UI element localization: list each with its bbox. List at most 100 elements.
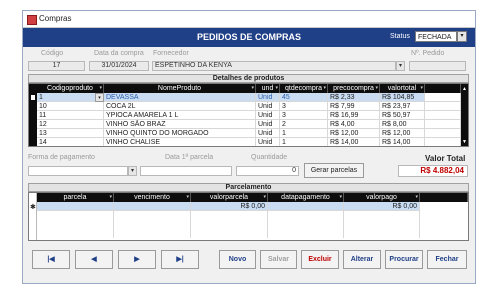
produtos-grid[interactable]: ▲ ▼ Codigoproduto ▾ NomeProduto ▾ und ▾ qtdeco…	[28, 83, 469, 147]
table-cell[interactable]: 11	[37, 111, 104, 120]
forma-pagamento-select[interactable]	[28, 166, 128, 176]
procurar-button[interactable]: Procurar	[385, 250, 423, 269]
column-header[interactable]: valorpago ▾	[344, 193, 420, 202]
chevron-down-icon[interactable]: ▾	[186, 193, 189, 202]
table-cell[interactable]: VINHO SÃO BRAZ	[104, 120, 256, 129]
table-cell[interactable]	[268, 202, 344, 211]
table-cell[interactable]: 45	[280, 93, 328, 102]
parcelas-grid[interactable]: parcela ▾ vencimento ▾ valorparcela ▾ datapaga…	[28, 192, 469, 241]
table-cell[interactable]: Unid	[256, 93, 280, 102]
table-cell[interactable]: R$ 7,99	[328, 102, 380, 111]
table-cell[interactable]: R$ 16,99	[328, 111, 380, 120]
table-cell[interactable]: R$ 23,97	[380, 102, 425, 111]
table-cell[interactable]: 13	[37, 129, 104, 138]
chevron-down-icon[interactable]: ▾	[251, 84, 254, 93]
table-cell-empty	[191, 220, 268, 229]
table-cell[interactable]: R$ 12,00	[380, 129, 425, 138]
alterar-button[interactable]: Alterar	[343, 250, 381, 269]
status-select[interactable]: FECHADA	[415, 31, 457, 42]
chevron-down-icon[interactable]: ▾	[275, 84, 278, 93]
chevron-down-icon[interactable]: ▾	[95, 93, 104, 102]
table-cell[interactable]	[37, 202, 114, 211]
fornecedor-field[interactable]: ESPETINHO DA KENYA	[152, 61, 396, 71]
table-cell[interactable]	[114, 202, 191, 211]
prev-record-button[interactable]: ◀	[75, 250, 113, 269]
table-cell[interactable]: R$ 2,33	[328, 93, 380, 102]
gerar-parcelas-button[interactable]: Gerar parcelas	[304, 163, 364, 178]
quantidade-field[interactable]: 0	[236, 166, 299, 176]
table-cell[interactable]: R$ 0,00	[191, 202, 268, 211]
table-cell[interactable]: COCA 2L	[104, 102, 256, 111]
table-cell[interactable]: 3	[280, 111, 328, 120]
table-cell-empty	[114, 211, 191, 220]
vertical-scrollbar[interactable]: ▲ ▼	[461, 84, 468, 146]
scroll-down-icon[interactable]: ▼	[462, 139, 467, 145]
table-cell[interactable]: 2	[280, 120, 328, 129]
chevron-down-icon[interactable]: ▾	[339, 193, 342, 202]
column-header[interactable]: qtdecompra ▾	[280, 84, 328, 93]
table-cell-empty	[191, 229, 268, 238]
table-cell-empty	[191, 211, 268, 220]
table-cell[interactable]: Unid	[256, 102, 280, 111]
column-header[interactable]: Codigoproduto ▾	[37, 84, 104, 93]
last-record-button[interactable]: ▶|	[161, 250, 199, 269]
chevron-down-icon[interactable]: ▾	[109, 193, 112, 202]
column-header[interactable]: parcela ▾	[37, 193, 114, 202]
table-cell[interactable]: VINHO QUINTO DO MORGADO	[104, 129, 256, 138]
fornecedor-label: Fornecedor	[153, 50, 189, 57]
column-header[interactable]: NomeProduto ▾	[104, 84, 256, 93]
table-cell[interactable]: R$ 8,00	[380, 120, 425, 129]
column-header[interactable]: vencimento ▾	[114, 193, 191, 202]
table-cell[interactable]: 1	[37, 93, 104, 102]
next-record-button[interactable]: ▶	[118, 250, 156, 269]
table-cell[interactable]: R$ 12,00	[328, 129, 380, 138]
table-cell[interactable]: Unid	[256, 111, 280, 120]
table-cell[interactable]: 14	[37, 138, 104, 146]
column-header[interactable]: valortotal ▾	[380, 84, 425, 93]
chevron-down-icon[interactable]: ▾	[420, 84, 423, 93]
column-header[interactable]: datapagamento ▾	[268, 193, 344, 202]
first-record-button[interactable]: |◀	[32, 250, 70, 269]
column-header[interactable]: precocompra ▾	[328, 84, 380, 93]
column-header[interactable]: valorparcela ▾	[191, 193, 268, 202]
chevron-down-icon[interactable]: ▾	[396, 61, 405, 71]
chevron-down-icon[interactable]: ▾	[99, 84, 102, 93]
table-cell[interactable]: VINHO CHALISE	[104, 138, 256, 146]
novo-button[interactable]: Novo	[219, 250, 256, 269]
table-cell[interactable]: DEVASSA	[104, 93, 256, 102]
column-header[interactable]: und ▾	[256, 84, 280, 93]
excluir-button[interactable]: Excluir	[301, 250, 339, 269]
chevron-down-icon[interactable]: ▾	[457, 31, 467, 42]
salvar-button[interactable]: Salvar	[260, 250, 297, 269]
table-cell[interactable]: R$ 0,00	[344, 202, 420, 211]
table-cell[interactable]: R$ 4,00	[328, 120, 380, 129]
table-cell[interactable]: Unid	[256, 120, 280, 129]
table-cell[interactable]: 12	[37, 120, 104, 129]
data-parcela-field[interactable]	[140, 166, 232, 176]
chevron-down-icon[interactable]: ▾	[263, 193, 266, 202]
table-cell[interactable]: YPIOCA AMARELA 1 L	[104, 111, 256, 120]
table-cell[interactable]: R$ 14,00	[380, 138, 425, 146]
table-cell[interactable]: 1	[280, 138, 328, 146]
pedido-field[interactable]	[409, 61, 466, 71]
table-cell[interactable]: Unid	[256, 138, 280, 146]
chevron-down-icon[interactable]: ▾	[128, 166, 137, 176]
scroll-up-icon[interactable]: ▲	[462, 86, 467, 92]
table-cell-empty	[114, 220, 191, 229]
chevron-down-icon[interactable]: ▾	[415, 193, 418, 202]
codigo-label: Código	[41, 50, 64, 57]
table-cell[interactable]: 3	[280, 102, 328, 111]
table-cell[interactable]: R$ 50,97	[380, 111, 425, 120]
codigo-field[interactable]: 17	[28, 61, 85, 71]
table-cell[interactable]: R$ 14,00	[328, 138, 380, 146]
column-header-filler	[420, 193, 468, 202]
data-compra-field[interactable]: 31/01/2024	[89, 61, 149, 71]
table-cell[interactable]: R$ 104,85	[380, 93, 425, 102]
chevron-down-icon[interactable]: ▾	[375, 84, 378, 93]
table-cell[interactable]: 1	[280, 129, 328, 138]
table-cell[interactable]: 10	[37, 102, 104, 111]
table-cell[interactable]: Unid	[256, 129, 280, 138]
fechar-button[interactable]: Fechar	[427, 250, 467, 269]
chevron-down-icon[interactable]: ▾	[323, 84, 326, 93]
table-cell-empty	[425, 120, 461, 129]
